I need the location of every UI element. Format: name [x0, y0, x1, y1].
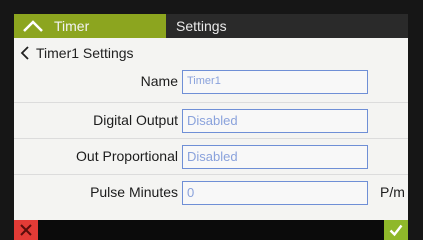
tab-bar: Timer Settings [14, 14, 408, 38]
pulse-minutes-label: Pulse Minutes [90, 184, 178, 200]
pulse-minutes-row: Pulse Minutes 0 P/m [14, 174, 408, 208]
out-proportional-select[interactable]: Disabled [182, 145, 368, 169]
out-proportional-label: Out Proportional [76, 148, 178, 164]
bottom-bar [14, 220, 408, 240]
chevron-up-icon [23, 20, 43, 32]
digital-output-label: Digital Output [93, 112, 178, 128]
settings-screen: Timer1 Settings Name Timer1 Digital Outp… [14, 38, 408, 220]
digital-output-row: Digital Output Disabled [14, 102, 408, 136]
pulse-minutes-unit: P/m [380, 184, 405, 200]
out-proportional-row: Out Proportional Disabled [14, 138, 408, 172]
tab-settings-label: Settings [176, 18, 227, 34]
tab-timer-label: Timer [54, 18, 90, 34]
checkmark-icon [389, 224, 403, 237]
confirm-button[interactable] [384, 220, 408, 240]
breadcrumb[interactable]: Timer1 Settings [20, 43, 134, 63]
tab-timer[interactable]: Timer [14, 14, 166, 38]
close-icon [20, 224, 32, 236]
name-field[interactable]: Timer1 [182, 70, 368, 94]
cancel-button[interactable] [14, 220, 38, 240]
tab-settings[interactable]: Settings [172, 14, 282, 38]
digital-output-select[interactable]: Disabled [182, 109, 368, 133]
name-row: Name Timer1 [14, 64, 408, 98]
pulse-minutes-input[interactable]: 0 [182, 181, 368, 205]
page-title: Timer1 Settings [36, 45, 134, 61]
chevron-left-icon [20, 46, 29, 60]
name-label: Name [140, 73, 178, 89]
